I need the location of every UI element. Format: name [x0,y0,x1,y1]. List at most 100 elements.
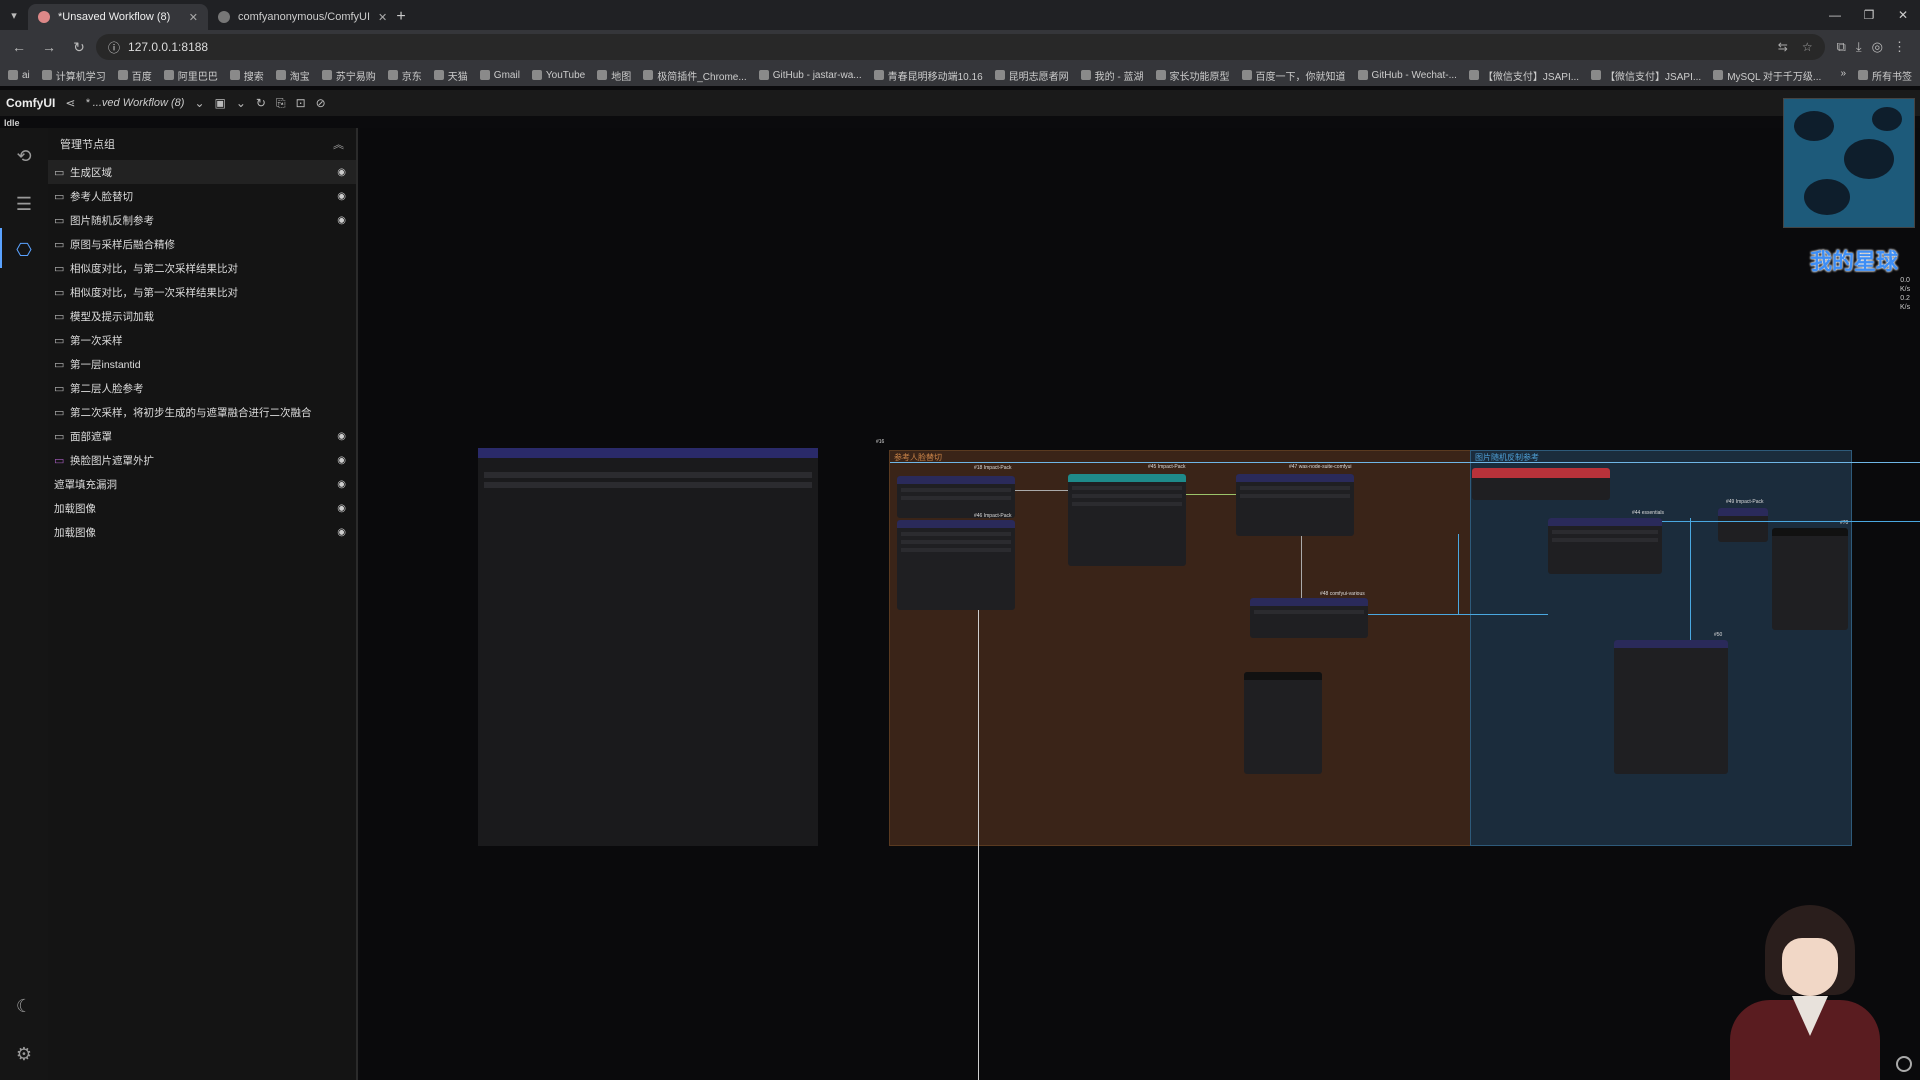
menu-icon[interactable]: ⋮ [1893,39,1906,55]
bookmark-item[interactable]: 百度 [117,68,152,83]
canvas-node[interactable] [1548,518,1662,574]
refresh-icon[interactable]: ↻ [256,96,266,110]
bookmark-item[interactable]: 家长功能原型 [1155,68,1230,83]
close-window-icon[interactable]: ✕ [1886,8,1920,22]
canvas-node[interactable] [1068,474,1186,566]
group-item[interactable]: ▭ 生成区域 ◉ [48,160,356,184]
bookmark-item[interactable]: 淘宝 [275,68,310,83]
node-groups-icon[interactable]: ⎔ [12,238,36,262]
group-item[interactable]: ▭ 第一次采样 [48,328,356,352]
group-item[interactable]: ▭ 模型及提示词加载 [48,304,356,328]
group-item[interactable]: ▭ 面部遮罩 ◉ [48,424,356,448]
restore-icon[interactable]: ❐ [1852,8,1886,22]
bookmark-item[interactable]: GitHub - jastar-wa... [758,70,862,81]
group-item[interactable]: ▭ 相似度对比，与第一次采样结果比对 [48,280,356,304]
canvas-node[interactable] [897,476,1015,518]
canvas-node[interactable] [1718,508,1768,542]
group-item[interactable]: ▭ 相似度对比，与第二次采样结果比对 [48,256,356,280]
bookmark-item[interactable]: 百度一下，你就知道 [1241,68,1346,83]
loading-icon[interactable] [1896,1056,1912,1072]
reload-icon[interactable]: ↻ [66,34,92,60]
bookmark-item[interactable]: 苏宁易购 [321,68,376,83]
settings-gear-icon[interactable]: ⚙ [12,1042,36,1066]
new-tab-button[interactable]: + [388,4,414,30]
bookmark-item[interactable]: 天猫 [433,68,468,83]
bookmark-item[interactable]: 京东 [387,68,422,83]
group-item[interactable]: ▭ 参考人脸替切 ◉ [48,184,356,208]
node-canvas[interactable]: 参考人脸替切 图片随机反制参考 #18 Impact-Pack #46 Impa… [360,128,1920,1080]
site-info-icon[interactable]: ⓘ [108,39,120,56]
extensions-icon[interactable]: ⧉ [1837,39,1846,55]
more-bookmarks-button[interactable]: » [1840,68,1846,83]
group-item[interactable]: ▭ 原图与采样后融合精修 [48,232,356,256]
bookmark-item[interactable]: 搜索 [229,68,264,83]
group-item[interactable]: ▭ 第二次采样，将初步生成的与遮罩融合进行二次融合 [48,400,356,424]
bookmark-item[interactable]: MySQL 对于千万级... [1713,68,1821,83]
bookmark-item[interactable]: 【微信支付】JSAPI... [1468,68,1579,83]
canvas-node[interactable] [1614,640,1728,774]
chevron-down-icon[interactable]: ⌄ [194,96,204,110]
canvas-group-gray[interactable] [478,448,818,846]
canvas-node[interactable] [1250,598,1368,638]
translate-icon[interactable]: ⇆ [1778,40,1788,54]
url-input[interactable]: ⓘ 127.0.0.1:8188 ⇆ ☆ [96,34,1825,60]
minimize-icon[interactable]: — [1818,8,1852,22]
visibility-eye-icon[interactable]: ◉ [337,455,346,466]
bookmark-item[interactable]: YouTube [531,70,585,81]
group-item[interactable]: ▭ 换脸图片遮罩外扩 ◉ [48,448,356,472]
collapse-all-icon[interactable]: ︽ [333,136,344,152]
link-wire [1690,518,1691,640]
chevron-down-icon[interactable]: ⌄ [236,96,246,110]
bookmark-item[interactable]: ai [8,70,30,81]
bookmark-item[interactable]: GitHub - Wechat-... [1357,70,1457,81]
canvas-node[interactable] [897,520,1015,610]
queue-icon[interactable]: ☰ [12,192,36,216]
group-item[interactable]: 加载图像 ◉ [48,496,356,520]
share-icon[interactable]: ⋖ [65,96,75,110]
profile-icon[interactable]: ◎ [1872,39,1883,55]
bookmark-item[interactable]: 我的 - 蓝湖 [1080,68,1144,83]
canvas-node[interactable] [1244,672,1322,774]
visibility-eye-icon[interactable]: ◉ [337,167,346,178]
bookmark-star-icon[interactable]: ☆ [1802,40,1813,54]
group-item[interactable]: ▭ 第二层人脸参考 [48,376,356,400]
visibility-eye-icon[interactable]: ◉ [337,215,346,226]
save-icon[interactable]: ▣ [215,96,226,110]
group-item[interactable]: ▭ 第一层instantid [48,352,356,376]
canvas-node[interactable] [1472,468,1610,500]
download-icon[interactable]: ⤓ [1856,39,1862,55]
bookmark-item[interactable]: Gmail [479,70,520,81]
fit-view-icon[interactable]: ⊡ [296,96,306,110]
bookmark-item[interactable]: 昆明志愿者网 [994,68,1069,83]
theme-toggle-icon[interactable]: ☾ [12,994,36,1018]
visibility-eye-icon[interactable]: ◉ [337,191,346,202]
close-tab-icon[interactable]: ✕ [189,11,198,24]
cancel-icon[interactable]: ⊘ [316,96,326,110]
visibility-eye-icon[interactable]: ◉ [337,527,346,538]
group-item[interactable]: ▭ 图片随机反制参考 ◉ [48,208,356,232]
group-item[interactable]: 加载图像 ◉ [48,520,356,544]
bookmark-item[interactable]: 【微信支付】JSAPI... [1591,68,1701,83]
history-icon[interactable]: ⟲ [12,144,36,168]
group-item[interactable]: 遮罩填充漏洞 ◉ [48,472,356,496]
canvas-node[interactable] [1772,528,1848,630]
bookmark-item[interactable]: 极简插件_Chrome... [643,68,747,83]
visibility-eye-icon[interactable]: ◉ [337,479,346,490]
back-icon[interactable]: ← [6,34,32,60]
all-bookmarks-button[interactable]: 所有书签 [1858,68,1912,83]
bookmark-item[interactable]: 计算机学习 [41,68,106,83]
bookmark-item[interactable]: 阿里巴巴 [163,68,218,83]
tab-search-icon[interactable]: ▾ [0,0,28,30]
workflow-selector[interactable]: * ...ved Workflow (8) [85,97,184,109]
clipboard-icon[interactable]: ⎘ [276,96,286,111]
bookmark-item[interactable]: 地图 [597,68,631,83]
close-tab-icon[interactable]: ✕ [378,11,387,24]
visibility-eye-icon[interactable]: ◉ [337,431,346,442]
forward-icon[interactable]: → [36,34,62,60]
tab-github[interactable]: comfyanonymous/ComfyUI ✕ [208,4,388,30]
tab-unsaved-workflow[interactable]: *Unsaved Workflow (8) ✕ [28,4,208,30]
canvas-node[interactable] [1236,474,1354,536]
minimap-preview[interactable] [1783,98,1915,228]
bookmark-item[interactable]: 青春昆明移动端10.16 [873,68,983,83]
visibility-eye-icon[interactable]: ◉ [337,503,346,514]
